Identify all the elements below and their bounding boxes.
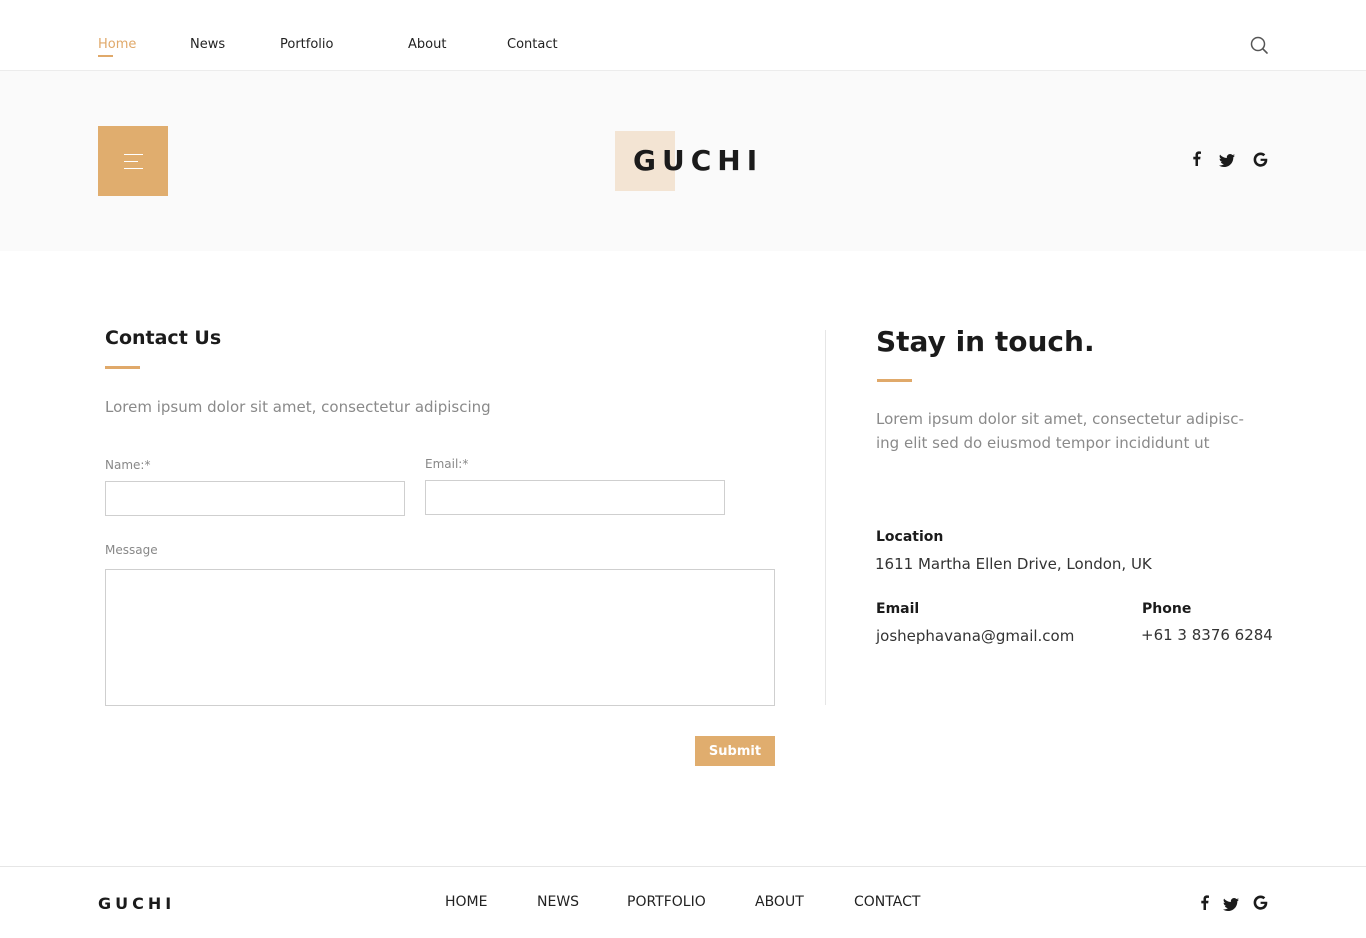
section-divider: [825, 330, 826, 705]
footer-facebook-icon[interactable]: [1200, 895, 1209, 914]
google-icon[interactable]: [1253, 152, 1268, 171]
contact-us-title: Contact Us: [105, 327, 222, 349]
search-icon[interactable]: [1249, 35, 1271, 57]
site-logo[interactable]: GUCHI: [615, 131, 775, 191]
footer-link-home[interactable]: HOME: [445, 894, 487, 910]
footer-google-icon[interactable]: [1253, 895, 1268, 914]
email-link[interactable]: joshephavana@gmail.com: [876, 627, 1074, 645]
facebook-icon[interactable]: [1192, 151, 1201, 170]
message-textarea[interactable]: [105, 569, 775, 706]
footer-link-contact[interactable]: CONTACT: [854, 894, 920, 910]
email-heading: Email: [876, 601, 920, 617]
stay-title-accent: [877, 379, 912, 382]
nav-link-news[interactable]: News: [190, 37, 225, 52]
nav-link-home[interactable]: Home: [98, 37, 136, 52]
footer-logo[interactable]: GUCHI: [98, 894, 175, 913]
name-label: Name:*: [105, 458, 151, 472]
email-label: Email:*: [425, 457, 469, 471]
nav-link-portfolio[interactable]: Portfolio: [280, 37, 333, 52]
submit-button[interactable]: Submit: [695, 736, 775, 766]
stay-lead-line-1: Lorem ipsum dolor sit amet, consectetur …: [876, 410, 1244, 428]
phone-heading: Phone: [1142, 601, 1192, 617]
nav-link-about[interactable]: About: [408, 37, 446, 52]
stay-lead-line-2: ing elit sed do eiusmod tempor incididun…: [876, 434, 1210, 452]
stay-in-touch-title: Stay in touch.: [876, 325, 1095, 358]
footer-link-about[interactable]: ABOUT: [755, 894, 804, 910]
email-input[interactable]: [425, 480, 725, 515]
twitter-icon[interactable]: [1219, 152, 1235, 171]
location-value: 1611 Martha Ellen Drive, London, UK: [875, 555, 1152, 573]
footer-twitter-icon[interactable]: [1223, 896, 1239, 915]
contact-title-accent: [105, 366, 140, 369]
message-label: Message: [105, 543, 158, 557]
location-heading: Location: [876, 529, 944, 545]
hero-header: GUCHI: [0, 71, 1366, 251]
nav-link-contact[interactable]: Contact: [507, 37, 558, 52]
contact-lead-text: Lorem ipsum dolor sit amet, consectetur …: [105, 398, 491, 416]
top-navigation: Home News Portfolio About Contact: [0, 0, 1366, 71]
footer-link-portfolio[interactable]: PORTFOLIO: [627, 894, 706, 910]
logo-text: GUCHI: [633, 144, 764, 177]
active-nav-indicator: [98, 55, 113, 57]
footer-link-news[interactable]: NEWS: [537, 894, 579, 910]
phone-value: +61 3 8376 6284: [1141, 626, 1273, 644]
name-input[interactable]: [105, 481, 405, 516]
hamburger-menu-icon[interactable]: [98, 126, 168, 196]
site-footer: GUCHI HOME NEWS PORTFOLIO ABOUT CONTACT: [0, 866, 1366, 938]
